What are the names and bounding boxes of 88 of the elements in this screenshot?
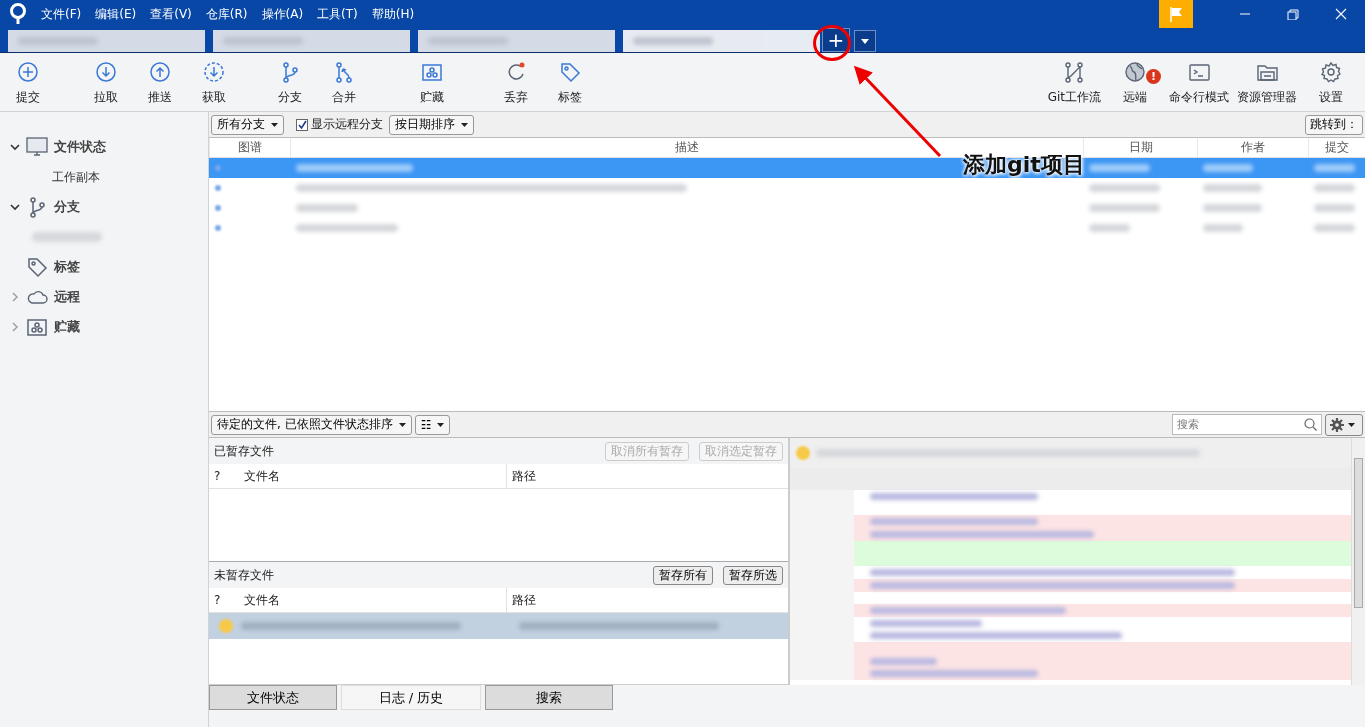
column-header[interactable]: ? (209, 588, 239, 612)
caret-icon (461, 122, 468, 127)
column-header[interactable]: 文件名 (239, 588, 507, 612)
checkmark-icon (297, 120, 307, 129)
toolbar-button[interactable]: 标签 (546, 54, 594, 110)
menu-item[interactable]: 帮助(H) (371, 5, 415, 23)
menu-item[interactable]: 操作(A) (261, 5, 304, 23)
menu-item[interactable]: 文件(F) (41, 5, 82, 23)
settings-dropdown[interactable] (1325, 413, 1363, 436)
jump-to-button[interactable]: 跳转到： (1305, 114, 1363, 135)
sidebar-item[interactable]: 工作副本 (52, 168, 100, 186)
toolbar-button[interactable]: 合并 (320, 54, 368, 110)
blurred-branch[interactable] (32, 232, 102, 242)
checkbox[interactable] (296, 118, 308, 131)
caret-icon (398, 422, 406, 427)
column-header[interactable]: 提交 (1308, 138, 1365, 157)
toolbar-button[interactable]: 贮藏 (408, 54, 456, 110)
settings-icon (1320, 60, 1342, 83)
column-header[interactable]: 路径 (507, 588, 536, 612)
repo-tab[interactable] (418, 30, 615, 52)
stage-button[interactable]: 暂存所有 (653, 565, 713, 585)
column-header[interactable]: ? (209, 464, 239, 488)
search-icon (1304, 418, 1317, 431)
stage-button[interactable]: 暂存所选 (723, 565, 783, 585)
sidebar-heading[interactable]: 远程 (54, 288, 80, 306)
column-header[interactable]: 文件名 (239, 464, 507, 488)
caret-icon (271, 122, 278, 127)
sidebar-heading[interactable]: 贮藏 (54, 318, 80, 336)
alert-badge: ! (1146, 68, 1161, 84)
flow-icon (1063, 60, 1086, 83)
column-header[interactable]: 日期 (1083, 138, 1197, 157)
settings-icon (1330, 417, 1344, 432)
search-field[interactable]: 搜索 (1172, 414, 1322, 435)
column-header[interactable]: 路径 (507, 464, 536, 488)
repo-tab[interactable] (8, 30, 205, 52)
toolbar-button[interactable]: 丢弃 (492, 54, 540, 110)
toolbar-button[interactable]: 资源管理器 (1233, 54, 1301, 110)
section-title: 已暂存文件 (214, 442, 274, 460)
branch-dropdown[interactable]: 所有分支 (211, 114, 284, 135)
sidebar-heading[interactable]: 文件状态 (54, 138, 106, 156)
tag-icon (559, 60, 581, 83)
globe-icon (1124, 60, 1146, 83)
repo-tab[interactable] (213, 30, 410, 52)
view-tab[interactable]: 搜索 (485, 685, 613, 710)
tab-list-button[interactable] (854, 30, 876, 52)
view-tab[interactable]: 文件状态 (209, 685, 337, 710)
menu-item[interactable]: 编辑(E) (95, 5, 137, 23)
down-arrow-circle-icon (95, 60, 117, 83)
highlight-circle (813, 25, 851, 61)
repo-tab[interactable] (623, 30, 820, 52)
scrollbar[interactable] (1351, 438, 1365, 685)
toolbar-button[interactable]: Git工作流 (1043, 54, 1105, 110)
file-sort-dropdown[interactable]: 待定的文件, 已依照文件状态排序 (211, 414, 412, 435)
flag-button[interactable] (1159, 0, 1193, 28)
up-arrow-circle-icon (149, 60, 171, 83)
menu-item[interactable]: 工具(T) (317, 5, 358, 23)
column-header[interactable]: 图谱 (209, 138, 290, 157)
toolbar-button[interactable]: 拉取 (82, 54, 130, 110)
column-header[interactable]: 作者 (1197, 138, 1308, 157)
toolbar-button[interactable]: ! 远端 (1105, 54, 1165, 110)
menu-item[interactable]: 仓库(R) (205, 5, 248, 23)
section-title: 未暂存文件 (214, 566, 274, 584)
restore-icon (1286, 8, 1300, 20)
view-mode-dropdown[interactable]: ☷ (414, 414, 451, 435)
view-tab[interactable]: 日志 / 历史 (341, 685, 481, 710)
menu-item[interactable]: 查看(V) (150, 5, 192, 23)
toolbar-button[interactable]: 设置 (1301, 54, 1361, 110)
toolbar-button[interactable]: 提交 (4, 54, 52, 110)
stash-box-icon (26, 316, 48, 338)
toolbar-button[interactable]: 分支 (266, 54, 314, 110)
checkbox-label: 显示远程分支 (311, 116, 383, 133)
toolbar-button[interactable]: 命令行模式 (1165, 54, 1233, 110)
caret-icon (1348, 422, 1355, 427)
plus-circle-icon (17, 60, 39, 83)
close-icon (1334, 8, 1348, 20)
file-row[interactable] (209, 613, 788, 639)
caret-icon (861, 38, 869, 44)
sidebar-heading[interactable]: 分支 (54, 198, 80, 216)
toolbar-button[interactable]: 获取 (190, 54, 238, 110)
caret-icon (437, 422, 445, 427)
app-logo-icon (9, 3, 27, 25)
toolbar-button[interactable]: 推送 (136, 54, 184, 110)
merge-icon (333, 60, 355, 83)
monitor-icon (26, 136, 48, 158)
sort-dropdown[interactable]: 按日期排序 (389, 114, 474, 135)
sidebar-heading[interactable]: 标签 (54, 258, 80, 276)
tag-icon (26, 256, 48, 278)
flag-icon (1169, 6, 1183, 22)
